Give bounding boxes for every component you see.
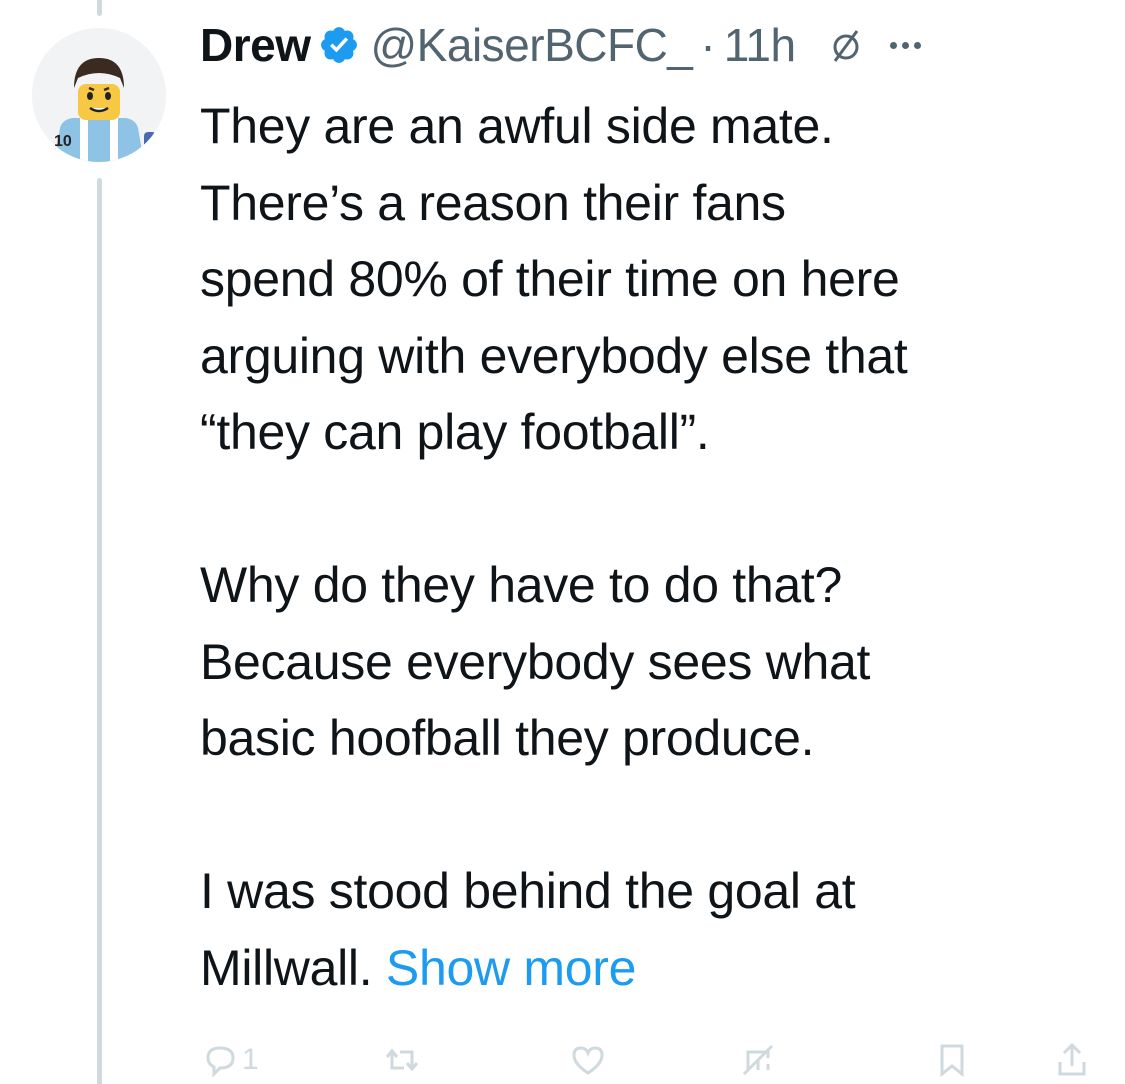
author-name[interactable]: Drew bbox=[200, 18, 311, 72]
text-line: “they can play football”. bbox=[200, 404, 710, 460]
text-line: I was stood behind the goal at bbox=[200, 863, 856, 919]
text-line: spend 80% of their time on here bbox=[200, 251, 900, 307]
text-fragment: Millwall. bbox=[200, 939, 373, 996]
analytics-button[interactable] bbox=[738, 1040, 778, 1080]
retweet-icon bbox=[385, 1048, 419, 1072]
thread-line-top bbox=[97, 0, 102, 16]
retweet-button[interactable] bbox=[382, 1040, 422, 1080]
separator-dot: · bbox=[700, 19, 716, 71]
analytics-icon bbox=[742, 1044, 774, 1076]
bookmark-button[interactable] bbox=[932, 1040, 972, 1080]
text-line: Because everybody sees what bbox=[200, 633, 871, 690]
share-icon bbox=[1058, 1042, 1086, 1076]
tweet-header: Drew @KaiserBCFC_ · 11h bbox=[200, 14, 921, 76]
bookmark-icon bbox=[940, 1044, 964, 1078]
avatar[interactable]: 10 bbox=[32, 28, 166, 162]
more-options-icon[interactable] bbox=[889, 41, 921, 49]
timestamp[interactable]: 11h bbox=[724, 18, 796, 72]
show-more-link[interactable]: Show more bbox=[386, 940, 636, 996]
share-button[interactable] bbox=[1052, 1040, 1092, 1080]
null-sign-icon bbox=[826, 25, 866, 65]
tweet-text: They are an awful side mate. There’s a r… bbox=[200, 88, 1100, 1006]
like-icon bbox=[572, 1046, 604, 1075]
text-line: arguing with everybody else that bbox=[200, 327, 908, 384]
reply-icon bbox=[206, 1046, 235, 1078]
text-line: They are an awful side mate. bbox=[200, 98, 834, 154]
author-handle[interactable]: @KaiserBCFC_ bbox=[370, 18, 692, 72]
text-line: There’s a reason their fans bbox=[200, 174, 786, 231]
like-button[interactable] bbox=[568, 1040, 608, 1080]
action-bar: 1 bbox=[200, 1030, 1100, 1084]
lego-minifigure-avatar-icon: 10 bbox=[32, 28, 166, 162]
text-line: basic hoofball they produce. bbox=[200, 710, 815, 766]
verified-badge-icon bbox=[318, 24, 360, 66]
text-line-last: Millwall. Show more bbox=[200, 930, 1100, 1007]
svg-text:10: 10 bbox=[54, 133, 72, 150]
reply-count: 1 bbox=[242, 1043, 259, 1076]
thread-line bbox=[97, 178, 102, 1084]
text-line: Why do they have to do that? bbox=[200, 557, 843, 613]
reply-button[interactable]: 1 bbox=[200, 1040, 259, 1080]
